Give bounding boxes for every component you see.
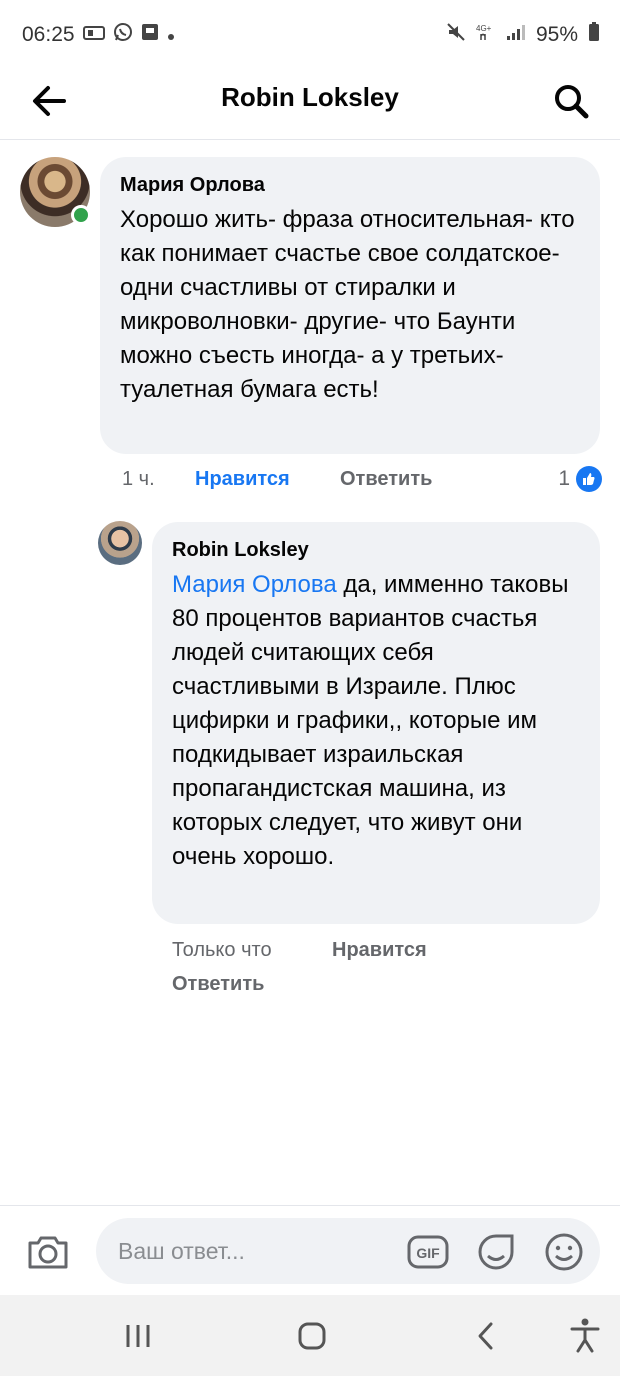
svg-text:GIF: GIF (416, 1245, 440, 1261)
like-button[interactable]: Нравится (195, 468, 290, 491)
comment-timestamp[interactable]: 1 ч. (122, 468, 155, 491)
home-icon[interactable] (289, 1313, 335, 1359)
camera-icon[interactable] (24, 1228, 72, 1276)
battery-icon (588, 22, 600, 48)
gif-icon[interactable]: GIF (406, 1232, 450, 1272)
status-right: 4G+ 95% (446, 22, 600, 48)
reaction-count: 1 (558, 467, 570, 490)
svg-text:4G+: 4G+ (476, 24, 492, 33)
whatsapp-icon (113, 22, 133, 48)
thumbs-up-icon (576, 466, 602, 492)
comment-author[interactable]: Robin Loksley (172, 538, 580, 562)
reply-input-container: GIF (96, 1218, 600, 1284)
reply-input[interactable] (118, 1218, 388, 1284)
comment-text: Мария Орлова да, имменно таковы 80 проце… (172, 568, 580, 874)
signal-icon (506, 23, 526, 47)
avatar[interactable] (98, 521, 142, 565)
comment-bubble[interactable]: Robin Loksley Мария Орлова да, имменно т… (152, 522, 600, 924)
search-icon[interactable] (548, 78, 594, 124)
comment-body: да, имменно таковы 80 процентов варианто… (172, 571, 569, 870)
comment-bubble[interactable]: Мария Орлова Хорошо жить- фраза относите… (100, 157, 600, 454)
sim-card-icon (82, 23, 105, 47)
comment-author[interactable]: Мария Орлова (120, 173, 580, 197)
comment-actions: Только что Нравится Ответить (172, 937, 592, 1007)
page-title: Robin Loksley (221, 82, 399, 112)
comment-actions: 1 ч. Нравится Ответить 1 (122, 466, 602, 496)
status-bar: 06:25 4G+ 95% (0, 0, 620, 70)
mention-link[interactable]: Мария Орлова (172, 571, 337, 598)
dot-icon (167, 23, 175, 47)
accessibility-icon[interactable] (562, 1313, 608, 1359)
reply-button[interactable]: Ответить (172, 973, 264, 996)
battery-percent: 95% (535, 23, 578, 46)
status-time: 06:25 (22, 23, 75, 46)
top-app-bar: Robin Loksley (0, 62, 620, 140)
back-icon[interactable] (463, 1313, 509, 1359)
like-button[interactable]: Нравится (332, 939, 427, 962)
recent-apps-icon[interactable] (115, 1313, 161, 1359)
comment-timestamp[interactable]: Только что (172, 939, 272, 962)
status-left: 06:25 (22, 22, 175, 48)
comment-text: Хорошо жить- фраза относительная- кто ка… (120, 206, 575, 403)
gallery-icon (141, 23, 159, 47)
reaction-summary[interactable]: 1 (558, 466, 602, 492)
network-4g-icon: 4G+ (476, 22, 496, 48)
reply-button[interactable]: Ответить (340, 468, 432, 491)
online-status-indicator (71, 205, 91, 225)
system-navigation-bar (0, 1295, 620, 1376)
sticker-icon[interactable] (474, 1230, 518, 1274)
emoji-icon[interactable] (542, 1230, 586, 1274)
reply-composer: GIF (0, 1205, 620, 1295)
mute-icon (446, 22, 466, 48)
